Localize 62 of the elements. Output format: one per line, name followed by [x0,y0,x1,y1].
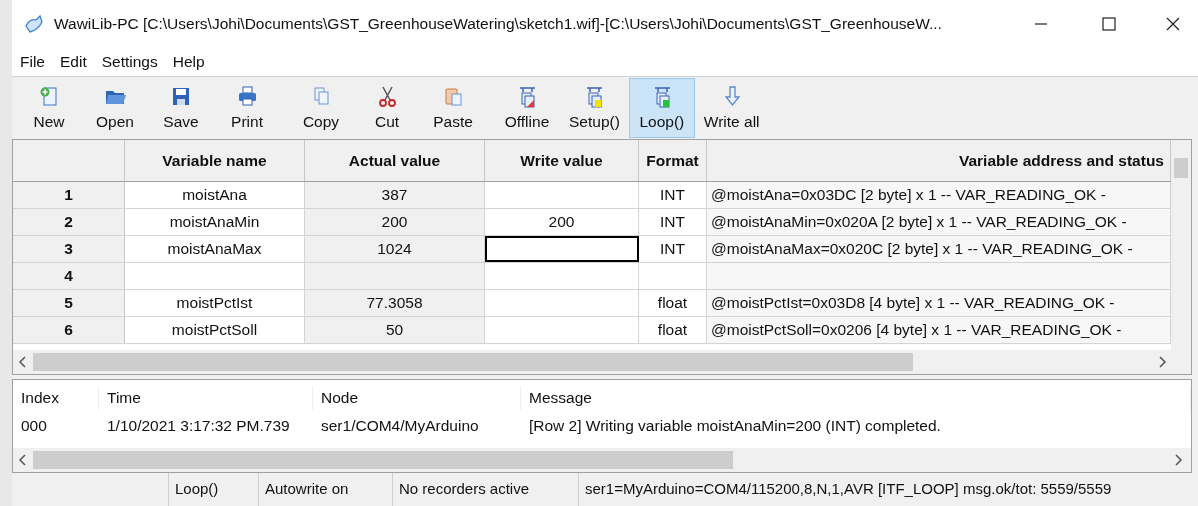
row-header[interactable]: 1 [13,182,125,208]
toolbar-button[interactable]: Cut [354,78,420,138]
column-header[interactable]: Actual value [305,140,485,181]
toolbar-button[interactable]: Loop() [628,78,695,138]
table-cell: 1024 [305,236,485,262]
horizontal-scrollbar[interactable] [13,448,1191,472]
menu-item[interactable]: Help [172,50,205,74]
row-header[interactable]: 6 [13,317,125,343]
scroll-left-icon[interactable] [18,356,28,368]
toolbar-button[interactable]: Write all [694,78,769,138]
close-icon[interactable] [1166,17,1180,31]
toolbar-button[interactable]: Save [148,78,214,138]
toolbar-button[interactable]: Paste [420,78,486,138]
table-cell-text: 000 [20,416,48,437]
table-cell: 77.3058 [305,290,485,316]
scroll-right-icon[interactable] [1157,356,1167,368]
table-cell: @moistPctIst=0x03D8 [4 byte] x 1 -- VAR_READING_OK - [707,290,1171,316]
column-header[interactable]: Variable name [125,140,305,181]
menu-item[interactable]: Settings [101,50,158,74]
table-cell-text: [Row 2] Writing variable moistAnaMin=200 (INT) completed. [528,416,942,437]
toolbar-button[interactable]: Print [214,78,280,138]
column-header[interactable]: Format [639,140,707,181]
scroll-right-icon[interactable] [1173,454,1183,466]
status-text: Autowrite on [258,473,392,506]
row-header[interactable]: 5 [13,290,125,316]
table-cell: 387 [305,182,485,208]
table-cell: @moistAna=0x03DC [2 byte] x 1 -- VAR_READING_OK - [707,182,1171,208]
column-header[interactable]: Node [313,386,521,410]
toolbar-button[interactable]: Offline [494,78,560,138]
table-cell: @moistAnaMax=0x020C [2 byte] x 1 -- VAR_READING_OK - [707,236,1171,262]
status-text: ser1=MyArduino=COM4/115200,8,N,1,AVR [ITF_LOOP] msg.ok/tot: 5559/5559 [578,473,1198,506]
horizontal-scrollbar[interactable] [13,350,1191,374]
status-text: No recorders active [392,473,578,506]
menu-item[interactable]: File [20,50,45,74]
window-title: WawiLib-PC [C:\Users\Johi\Documents\GST_GreenhouseWatering\sketch1.wif]-[C:\Users\Johi\Documents\GST_GreenhouseW... [54,14,942,35]
scroll-thumb[interactable] [1174,158,1188,178]
table-cell-text: 1/10/2021 3:17:32 PM.739 [106,416,291,437]
column-header[interactable]: Time [99,386,313,410]
row-header[interactable]: 4 [13,263,125,289]
toolbar-button[interactable]: New [16,78,82,138]
row-header[interactable]: 3 [13,236,125,262]
table-cell: @moistAnaMin=0x020A [2 byte] x 1 -- VAR_READING_OK - [707,209,1171,235]
toolbar-button[interactable]: Open [82,78,148,138]
column-header[interactable]: Index [13,386,99,410]
maximize-icon[interactable] [1102,17,1116,31]
scroll-thumb[interactable] [33,353,913,371]
row-header[interactable]: 2 [13,209,125,235]
menu-item[interactable]: Edit [60,50,87,74]
vertical-scrollbar[interactable] [1171,140,1191,350]
table-cell: @moistPctSoll=0x0206 [4 byte] x 1 -- VAR_READING_OK - [707,317,1171,343]
table-cell: 200 [305,209,485,235]
status-text: Loop() [168,473,258,506]
write-value-field[interactable] [485,236,639,262]
table-cell: 50 [305,317,485,343]
column-header[interactable]: Write value [485,140,639,181]
toolbar-button[interactable]: Setup() [560,78,629,138]
table-cell-text: ser1/COM4/MyArduino [320,416,480,437]
scroll-left-icon[interactable] [18,454,28,466]
scroll-thumb[interactable] [33,451,733,469]
column-header[interactable]: Message [521,386,1191,410]
toolbar-button[interactable]: Copy [288,78,354,138]
column-header[interactable]: Variable address and status [707,140,1171,181]
